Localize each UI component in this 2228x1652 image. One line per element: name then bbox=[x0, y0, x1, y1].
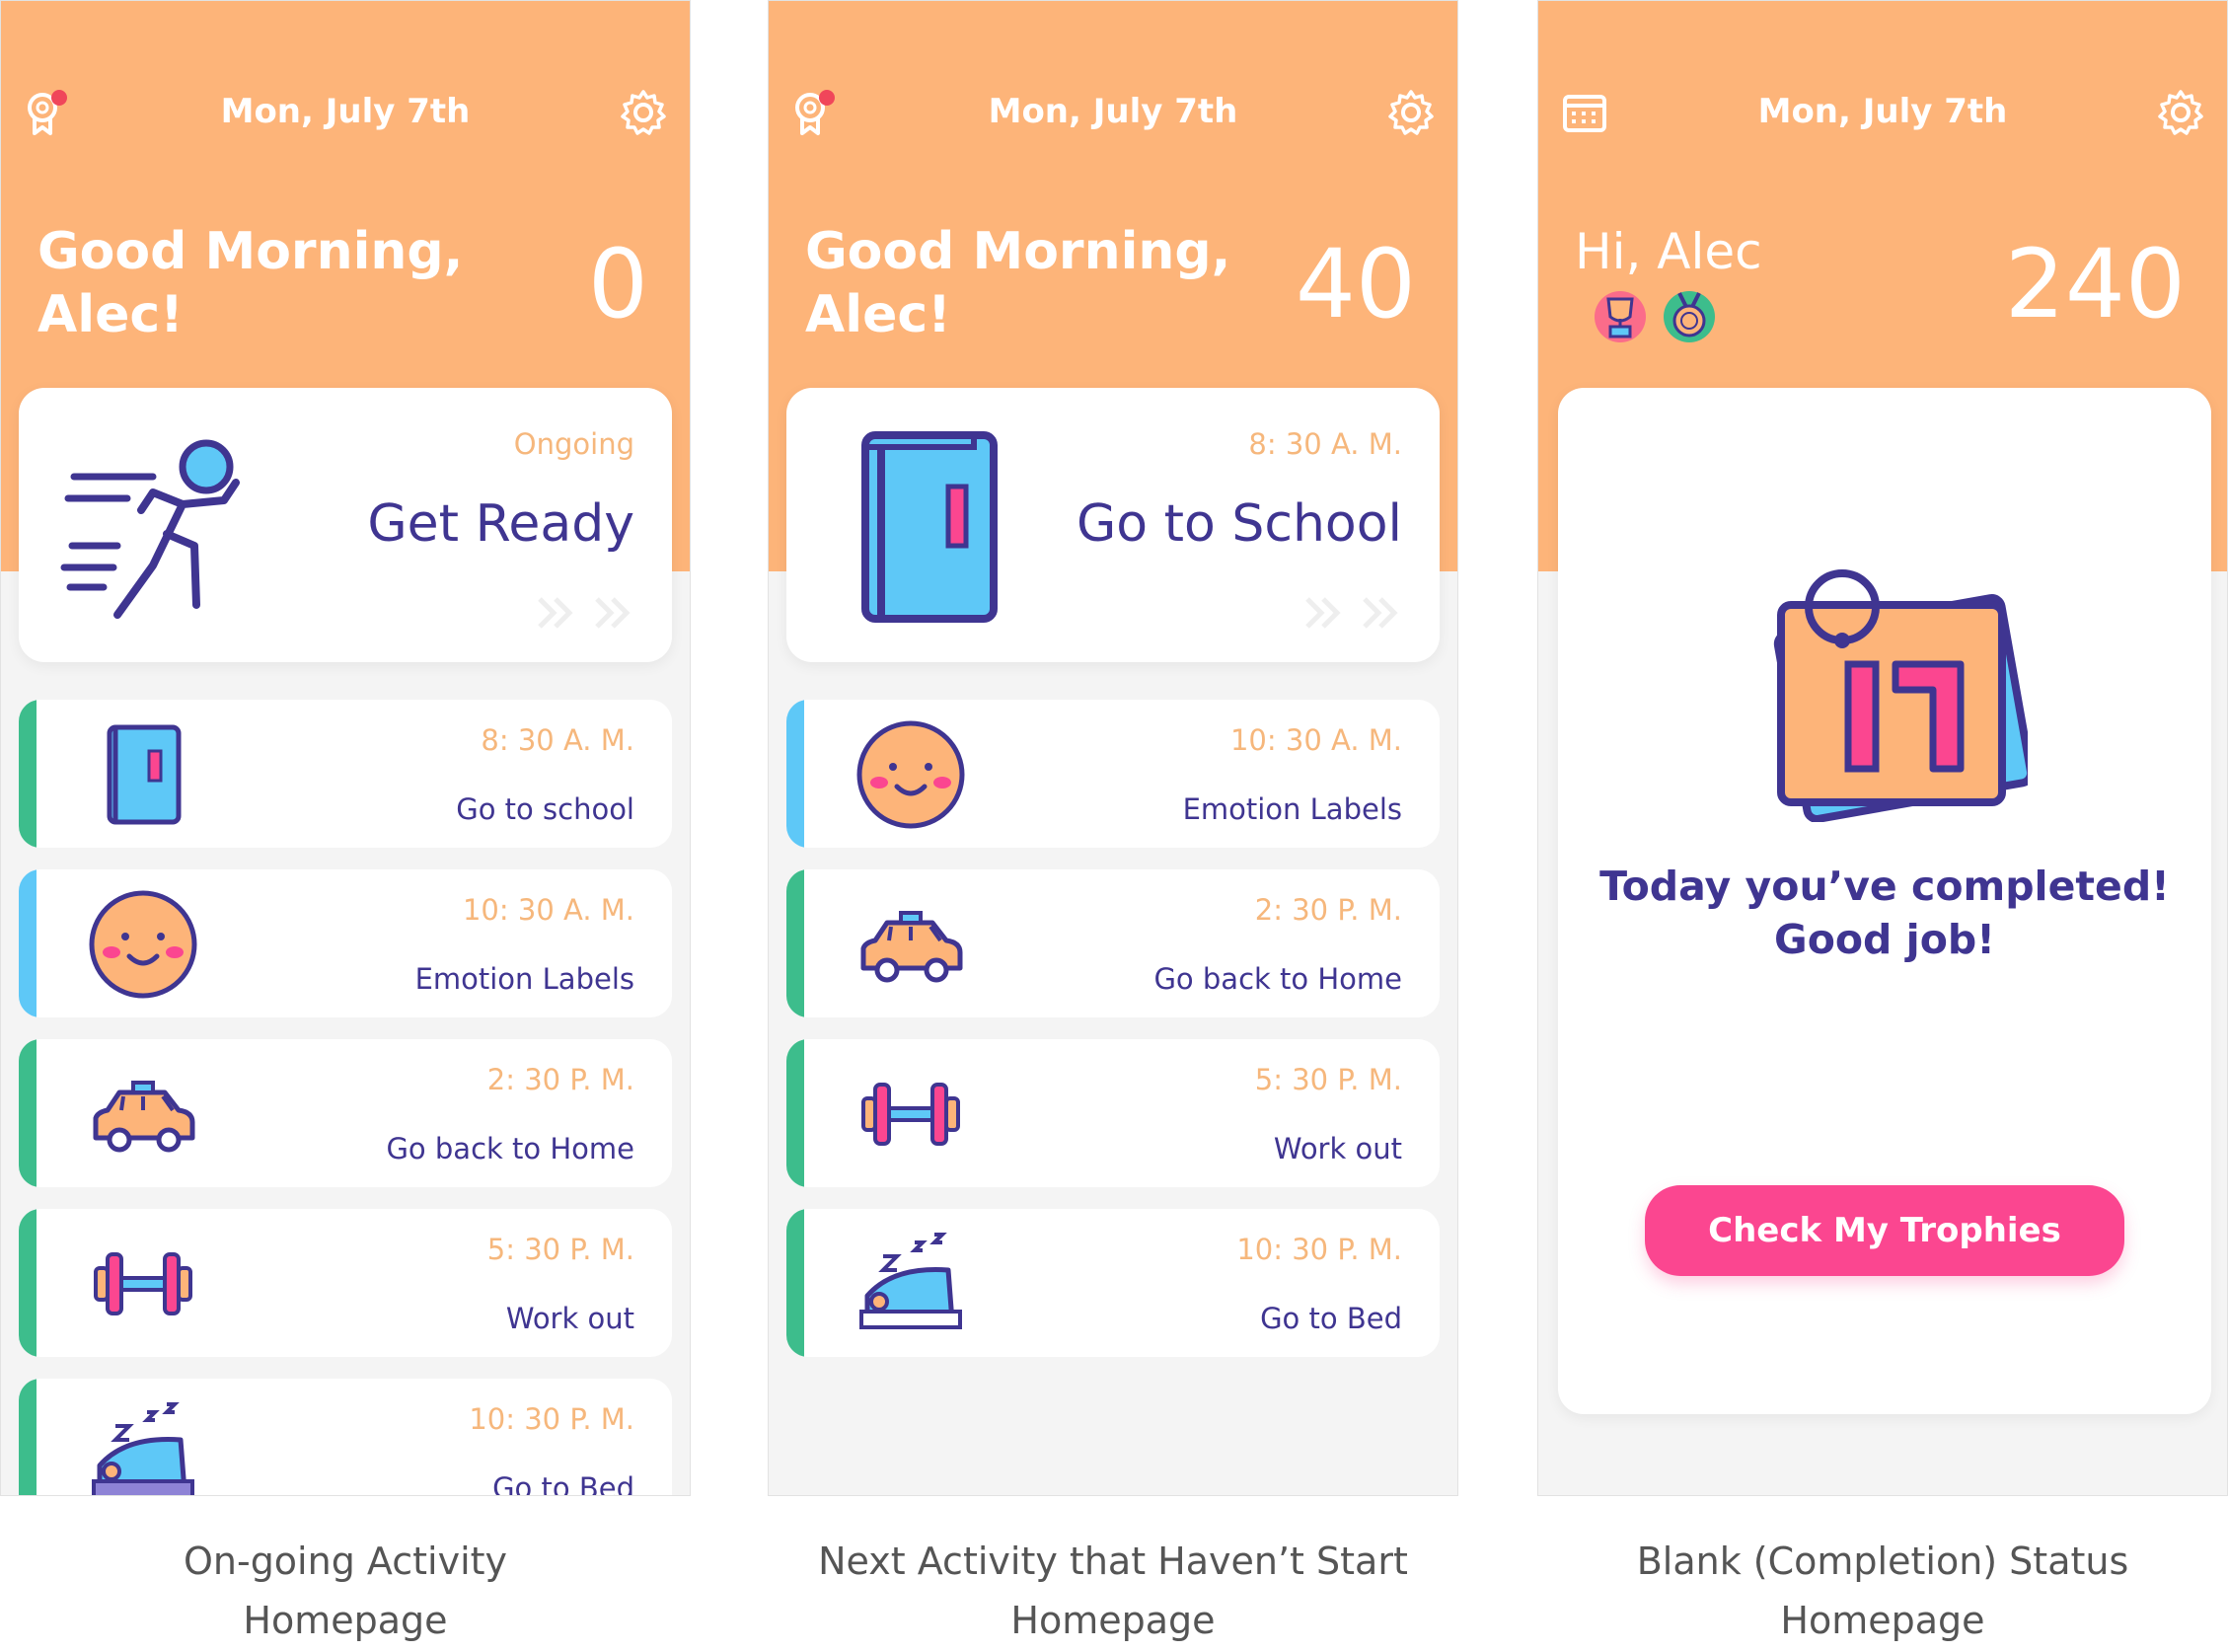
dumbbell-icon bbox=[94, 1252, 192, 1315]
activity-time: 10: 30 P. M. bbox=[1236, 1233, 1402, 1266]
car-icon bbox=[93, 1081, 195, 1153]
activity-time: 10: 30 A. M. bbox=[462, 893, 634, 927]
gear-icon[interactable] bbox=[2156, 88, 2205, 137]
double-chevron-icon bbox=[538, 597, 631, 629]
activity-time: 8: 30 A. M. bbox=[481, 723, 634, 757]
double-chevron-icon bbox=[1305, 597, 1398, 629]
completion-message: Today you’ve completed! Good job! bbox=[1599, 863, 2170, 963]
medal-badge-icon[interactable] bbox=[1662, 289, 1717, 344]
activity-name: Go back to Home bbox=[386, 1132, 634, 1165]
caption-screen-2: Next Activity that Haven’t Start Homepag… bbox=[818, 1539, 1408, 1642]
score-counter: 40 bbox=[1295, 229, 1416, 339]
activity-status-bar bbox=[19, 1379, 37, 1495]
activity-time: 2: 30 P. M. bbox=[486, 1063, 634, 1096]
activity-status-bar bbox=[19, 1209, 37, 1357]
activity-time: 2: 30 P. M. bbox=[1254, 893, 1402, 927]
bed-icon bbox=[92, 1402, 194, 1495]
running-person-icon bbox=[60, 439, 240, 619]
activity-card[interactable]: 5: 30 P. M. Work out bbox=[19, 1209, 672, 1357]
activity-name: Emotion Labels bbox=[1182, 792, 1402, 826]
greeting-text: Hi, Alec bbox=[1575, 223, 1762, 280]
activity-name: Go back to Home bbox=[1153, 962, 1402, 996]
current-activity-card[interactable]: Ongoing Get Ready bbox=[19, 388, 672, 662]
score-counter: 240 bbox=[2004, 229, 2186, 339]
activity-status-bar bbox=[786, 1209, 804, 1357]
activity-name: Work out bbox=[1273, 1132, 1402, 1165]
activity-title: Get Ready bbox=[367, 494, 634, 554]
activity-name: Emotion Labels bbox=[414, 962, 634, 996]
trophy-badge-icon[interactable] bbox=[1593, 289, 1648, 344]
activity-card[interactable]: 10: 30 P. M. Go to Bed bbox=[786, 1209, 1440, 1357]
check-trophies-button[interactable]: Check My Trophies bbox=[1645, 1185, 2124, 1276]
activity-card[interactable]: 2: 30 P. M. Go back to Home bbox=[19, 1039, 672, 1187]
smiley-face-icon bbox=[856, 720, 965, 829]
date-label: Mon, July 7th bbox=[988, 92, 1238, 131]
activity-name: Work out bbox=[505, 1302, 634, 1335]
caption-screen-3: Blank (Completion) Status Homepage bbox=[1636, 1539, 2129, 1642]
activity-status-bar bbox=[19, 869, 37, 1017]
smiley-face-icon bbox=[89, 890, 197, 999]
activity-card[interactable]: 10: 30 A. M. Emotion Labels bbox=[19, 869, 672, 1017]
activity-time: 10: 30 P. M. bbox=[469, 1402, 634, 1436]
dumbbell-icon bbox=[861, 1083, 960, 1146]
activity-card[interactable]: 2: 30 P. M. Go back to Home bbox=[786, 869, 1440, 1017]
activity-time: 5: 30 P. M. bbox=[1254, 1063, 1402, 1096]
date-label: Mon, July 7th bbox=[220, 92, 471, 131]
bed-icon bbox=[859, 1233, 962, 1329]
screen-next-activity: Mon, July 7th Good Morning, Alec! 40 8: … bbox=[768, 0, 1458, 1496]
activity-name: Go to Bed bbox=[492, 1471, 634, 1496]
activity-time: 5: 30 P. M. bbox=[486, 1233, 634, 1266]
activity-time: 10: 30 A. M. bbox=[1229, 723, 1402, 757]
date-label: Mon, July 7th bbox=[1757, 92, 2008, 131]
activity-status-bar bbox=[19, 700, 37, 848]
activity-card[interactable]: 10: 30 A. M. Emotion Labels bbox=[786, 700, 1440, 848]
activity-status-bar bbox=[786, 700, 804, 848]
screen-ongoing-activity: Mon, July 7th Good Morning, Alec! 0 Ongo… bbox=[0, 0, 691, 1496]
greeting-text: Good Morning, Alec! bbox=[37, 222, 464, 344]
activity-name: Go to Bed bbox=[1260, 1302, 1402, 1335]
score-counter: 0 bbox=[587, 229, 648, 339]
car-icon bbox=[860, 911, 963, 983]
activity-status-bar bbox=[786, 869, 804, 1017]
activity-name: Go to school bbox=[456, 792, 634, 826]
calendar-day-17-icon bbox=[1773, 569, 2028, 822]
book-icon bbox=[107, 724, 182, 825]
activity-card[interactable]: 10: 30 P. M. Go to Bed bbox=[19, 1379, 672, 1496]
activity-card[interactable]: 8: 30 A. M. Go to school bbox=[19, 700, 672, 848]
activity-status-bar bbox=[786, 1039, 804, 1187]
next-activity-card[interactable]: 8: 30 A. M. Go to School bbox=[786, 388, 1440, 662]
completion-card: Today you’ve completed! Good job! Check … bbox=[1558, 388, 2211, 1414]
activity-card[interactable]: 5: 30 P. M. Work out bbox=[786, 1039, 1440, 1187]
activity-title: Go to School bbox=[1076, 494, 1402, 554]
activity-status: Ongoing bbox=[513, 427, 634, 461]
screen-completion-status: Mon, July 7th Hi, Alec 240 Today you’ve … bbox=[1537, 0, 2228, 1496]
gear-icon[interactable] bbox=[1386, 88, 1436, 137]
activity-status-bar bbox=[19, 1039, 37, 1187]
gear-icon[interactable] bbox=[619, 88, 668, 137]
book-icon bbox=[861, 431, 998, 623]
badge-row bbox=[1593, 289, 1731, 348]
activity-time: 8: 30 A. M. bbox=[1248, 427, 1402, 461]
caption-screen-1: On-going Activity Homepage bbox=[183, 1539, 508, 1642]
greeting-text: Good Morning, Alec! bbox=[805, 222, 1231, 344]
